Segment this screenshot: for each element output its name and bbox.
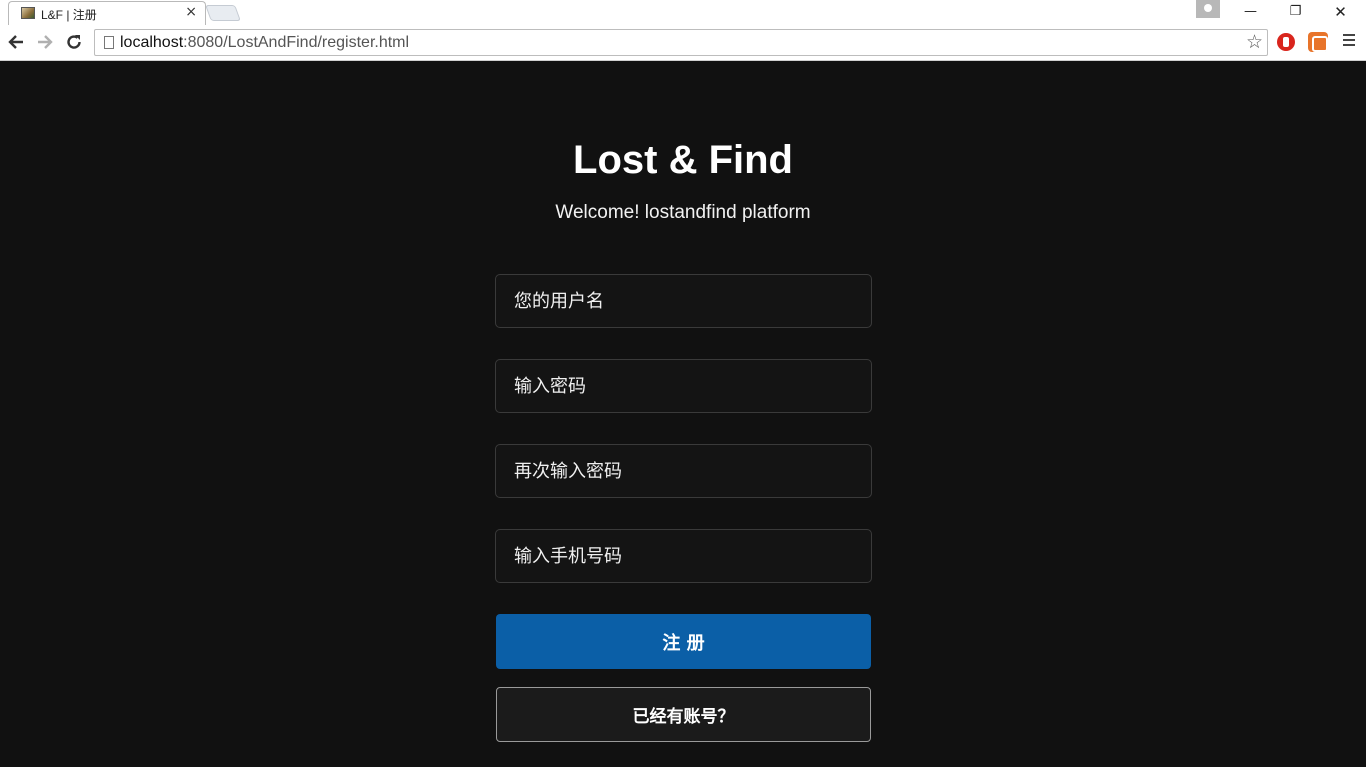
browser-toolbar: localhost:8080/LostAndFind/register.html… (0, 25, 1366, 61)
confirm-password-input[interactable] (495, 444, 872, 498)
password-input[interactable] (495, 359, 872, 413)
url-text[interactable]: localhost:8080/LostAndFind/register.html (120, 34, 409, 52)
reload-button[interactable] (62, 30, 86, 54)
page-title: Lost & Find (573, 138, 793, 182)
url-path: :8080/LostAndFind/register.html (183, 34, 410, 51)
back-button[interactable] (4, 30, 28, 54)
page-icon (104, 36, 114, 49)
chrome-menu-icon[interactable] (1341, 31, 1357, 51)
page-subtitle: Welcome! lostandfind platform (555, 202, 811, 223)
register-button[interactable]: 注 册 (496, 614, 871, 669)
maximize-window-button[interactable]: ❐ (1273, 2, 1318, 22)
extension-icon[interactable] (1308, 32, 1328, 52)
minimize-window-button[interactable]: — (1228, 2, 1273, 22)
already-have-account-button[interactable]: 已经有账号？ (496, 687, 871, 742)
arrow-right-icon (38, 35, 53, 49)
star-icon[interactable]: ☆ (1246, 31, 1263, 53)
register-page: Lost & Find Welcome! lostandfind platfor… (0, 62, 1366, 767)
profile-icon[interactable] (1196, 0, 1220, 18)
favicon-icon (21, 7, 35, 19)
tab-title: L&F | 注册 (41, 8, 97, 22)
close-window-button[interactable]: ✕ (1318, 2, 1363, 22)
username-input[interactable] (495, 274, 872, 328)
forward-button[interactable] (33, 30, 57, 54)
close-tab-icon[interactable]: × (185, 4, 197, 20)
phone-input[interactable] (495, 529, 872, 583)
browser-tab[interactable]: L&F | 注册 × (8, 1, 206, 25)
adblock-extension-icon[interactable] (1277, 33, 1295, 51)
reload-icon (67, 35, 81, 49)
browser-titlebar: L&F | 注册 × — ❐ ✕ (0, 0, 1366, 25)
arrow-left-icon (8, 35, 23, 49)
url-host: localhost (120, 34, 184, 51)
new-tab-button[interactable] (205, 5, 241, 21)
address-bar[interactable]: localhost:8080/LostAndFind/register.html… (94, 29, 1268, 56)
